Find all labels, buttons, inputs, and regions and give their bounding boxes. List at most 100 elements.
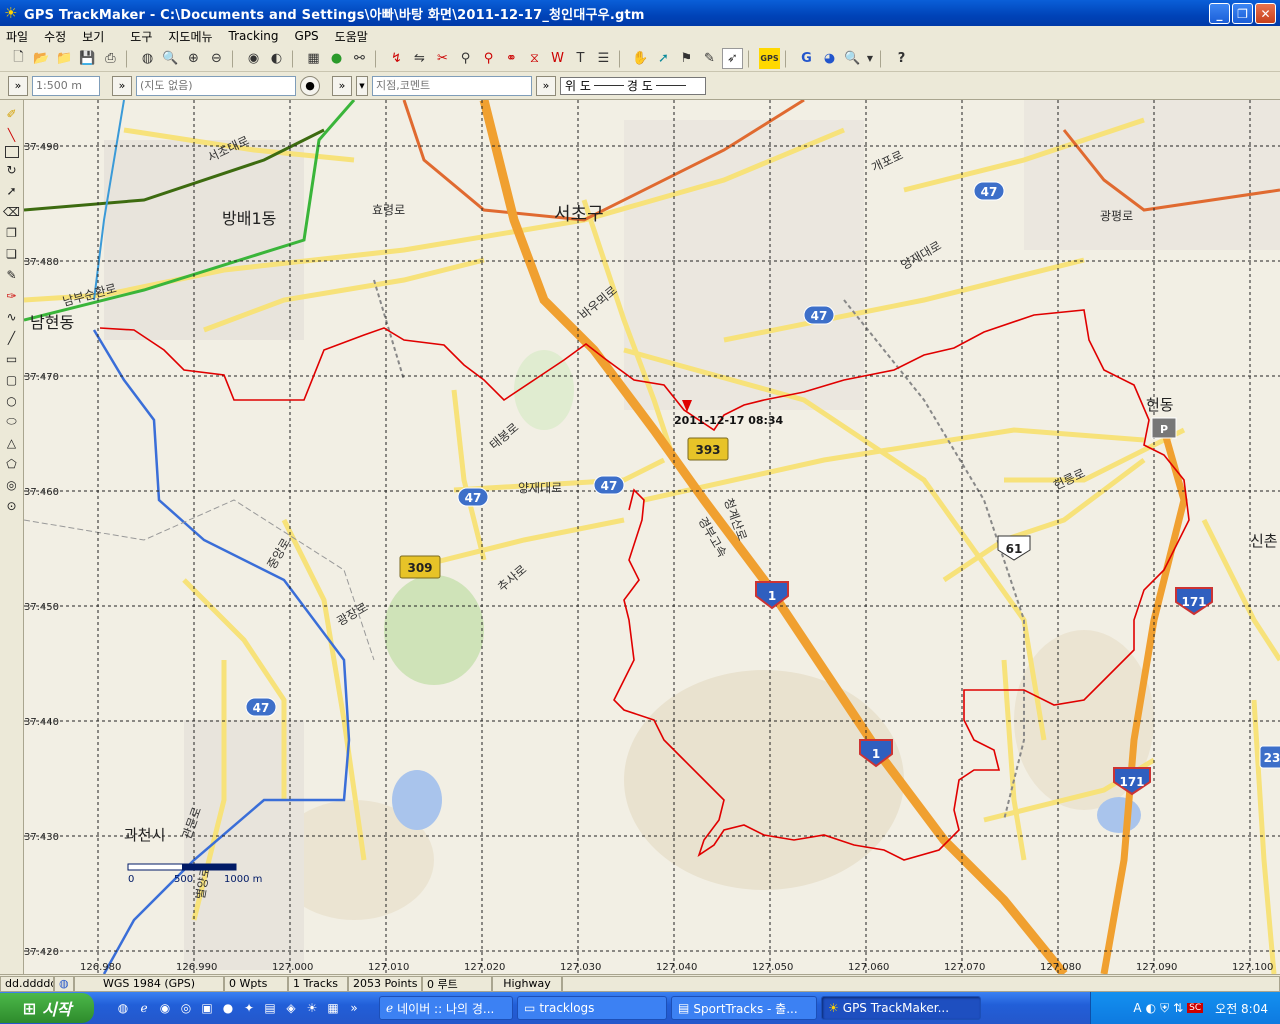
task-gps-trackmaker[interactable]: ☀ GPS TrackMaker... [821, 996, 981, 1020]
menu-map[interactable]: 지도메뉴 [168, 28, 212, 45]
layer-name: Highway [492, 975, 562, 992]
menu-edit[interactable]: 수정 [44, 28, 66, 45]
expand-arrow-icon[interactable]: » [332, 75, 352, 96]
ellipse-icon[interactable]: ⬭ [2, 412, 22, 431]
track-w-icon[interactable]: W [547, 48, 568, 69]
line-red-icon[interactable]: ╲ [2, 125, 22, 144]
hand-icon[interactable]: ✋ [630, 48, 651, 69]
track-split-icon[interactable]: ✂ [432, 48, 453, 69]
ql-more-icon[interactable]: » [345, 999, 363, 1017]
new-file-icon[interactable]: 🗋 [8, 48, 29, 69]
ql-st-icon[interactable]: ▤ [261, 999, 279, 1017]
ql-folder-icon[interactable]: ▣ [198, 999, 216, 1017]
track-edit-icon[interactable]: ⇋ [409, 48, 430, 69]
print-icon[interactable]: ⎙ [100, 48, 121, 69]
route-icon[interactable]: ⚯ [349, 48, 370, 69]
scale-input[interactable] [32, 75, 100, 96]
grid-icon[interactable]: ▦ [303, 48, 324, 69]
ql-media-icon[interactable]: ◉ [156, 999, 174, 1017]
arrow-tool-icon[interactable]: ➚ [653, 48, 674, 69]
help-icon[interactable]: ? [891, 48, 912, 69]
google-icon[interactable]: G [796, 48, 817, 69]
tray-sc-icon[interactable]: SC [1187, 1003, 1204, 1013]
map-svg[interactable]: 47 47 47 47 47 393 309 1 1 61 171 171 23… [24, 100, 1280, 974]
task-sporttracks[interactable]: ▤ SportTracks - 출... [671, 996, 817, 1020]
point-icon[interactable]: ⊙ [2, 496, 22, 515]
select-rect-icon[interactable] [4, 146, 19, 158]
menu-file[interactable]: 파일 [6, 28, 28, 45]
circle-icon[interactable]: ○ [2, 391, 22, 410]
pen-icon[interactable]: ✎ [2, 265, 22, 284]
chevron-down-icon[interactable]: ▼ [865, 48, 875, 69]
gps-icon[interactable]: GPS [759, 48, 780, 69]
expand-arrow-icon[interactable]: » [8, 75, 28, 96]
menu-help[interactable]: 도움말 [335, 28, 368, 45]
rectangle-icon[interactable]: ▭ [2, 349, 22, 368]
rotate-icon[interactable]: ↻ [2, 160, 22, 179]
track-filter-icon[interactable]: ⧖ [524, 48, 545, 69]
expand-arrow-icon[interactable]: » [112, 75, 132, 96]
ql-box-icon[interactable]: ▦ [324, 999, 342, 1017]
ql-tools-icon[interactable]: ✦ [240, 999, 258, 1017]
select-arrow-icon[interactable]: ➚ [2, 181, 22, 200]
paint-icon[interactable]: ✑ [2, 286, 22, 305]
rounded-rect-icon[interactable]: ▢ [2, 370, 22, 389]
earth-icon[interactable]: ◕ [819, 48, 840, 69]
ql-net-icon[interactable]: ◈ [282, 999, 300, 1017]
paste-shape-icon[interactable]: ❏ [2, 244, 22, 263]
flag-icon[interactable]: ⚑ [676, 48, 697, 69]
chevron-down-icon[interactable]: ▼ [356, 75, 368, 96]
ime-icon[interactable]: A [1133, 1001, 1141, 1015]
open-folder-alt-icon[interactable]: 📁 [54, 48, 75, 69]
task-naver[interactable]: ℯ 네이버 :: 나의 경... [379, 996, 513, 1020]
map-canvas[interactable]: 47 47 47 47 47 393 309 1 1 61 171 171 23… [24, 100, 1280, 974]
ql-app-icon[interactable]: ◎ [177, 999, 195, 1017]
track-tool-icon[interactable]: ↯ [386, 48, 407, 69]
globe-icon[interactable]: ◍ [137, 48, 158, 69]
save-icon[interactable]: 💾 [77, 48, 98, 69]
zoom-icon[interactable]: 🔍 [160, 48, 181, 69]
line-icon[interactable]: ╱ [2, 328, 22, 347]
tray-shield-icon[interactable]: ⛨ [1160, 1001, 1169, 1016]
search-dropdown-icon[interactable]: 🔍 [842, 48, 863, 69]
eraser-icon[interactable]: ⌫ [2, 202, 22, 221]
copy-shape-icon[interactable]: ❐ [2, 223, 22, 242]
open-folder-icon[interactable]: 📂 [31, 48, 52, 69]
tray-net-icon[interactable]: ⇅ [1173, 1001, 1183, 1015]
pencil-icon[interactable]: ✎ [699, 48, 720, 69]
map-name-input[interactable] [136, 75, 296, 96]
list-icon[interactable]: ☰ [593, 48, 614, 69]
green-circle-icon[interactable]: ● [326, 48, 347, 69]
task-tracklogs[interactable]: ▭ tracklogs [517, 996, 667, 1020]
track-join-icon[interactable]: ⚭ [501, 48, 522, 69]
zoom-in-icon[interactable]: ⊕ [183, 48, 204, 69]
maximize-button[interactable]: ❐ [1232, 3, 1253, 24]
menu-view[interactable]: 보기 [82, 28, 104, 45]
ql-globe-icon[interactable]: ◍ [114, 999, 132, 1017]
ql-bulb-icon[interactable]: ● [219, 999, 237, 1017]
track-search-icon[interactable]: ⚲ [455, 48, 476, 69]
track-find-icon[interactable]: ⚲ [478, 48, 499, 69]
brush-icon[interactable]: ✐ [2, 104, 22, 123]
layers-icon[interactable]: ◐ [266, 48, 287, 69]
target-icon[interactable]: ◎ [2, 475, 22, 494]
menu-tools[interactable]: 도구 [130, 28, 152, 45]
ql-ie-icon[interactable]: ℯ [135, 999, 153, 1017]
map-color-icon[interactable]: ● [300, 75, 320, 96]
ql-sun-icon[interactable]: ☀ [303, 999, 321, 1017]
freehand-icon[interactable]: ∿ [2, 307, 22, 326]
eye-icon[interactable]: ◉ [243, 48, 264, 69]
menu-gps[interactable]: GPS [295, 29, 319, 43]
close-button[interactable]: ✕ [1255, 3, 1276, 24]
tray-app-icon[interactable]: ◐ [1146, 1001, 1156, 1015]
triangle-icon[interactable]: △ [2, 433, 22, 452]
pentagon-icon[interactable]: ⬠ [2, 454, 22, 473]
menu-tracking[interactable]: Tracking [229, 29, 279, 43]
pointer-icon[interactable]: ➶ [722, 48, 743, 69]
zoom-out-icon[interactable]: ⊖ [206, 48, 227, 69]
comment-input[interactable] [372, 75, 532, 96]
start-button[interactable]: ⊞ 시작 [0, 993, 94, 1023]
expand-arrow-icon[interactable]: » [536, 75, 556, 96]
minimize-button[interactable]: _ [1209, 3, 1230, 24]
text-tool-icon[interactable]: T [570, 48, 591, 69]
